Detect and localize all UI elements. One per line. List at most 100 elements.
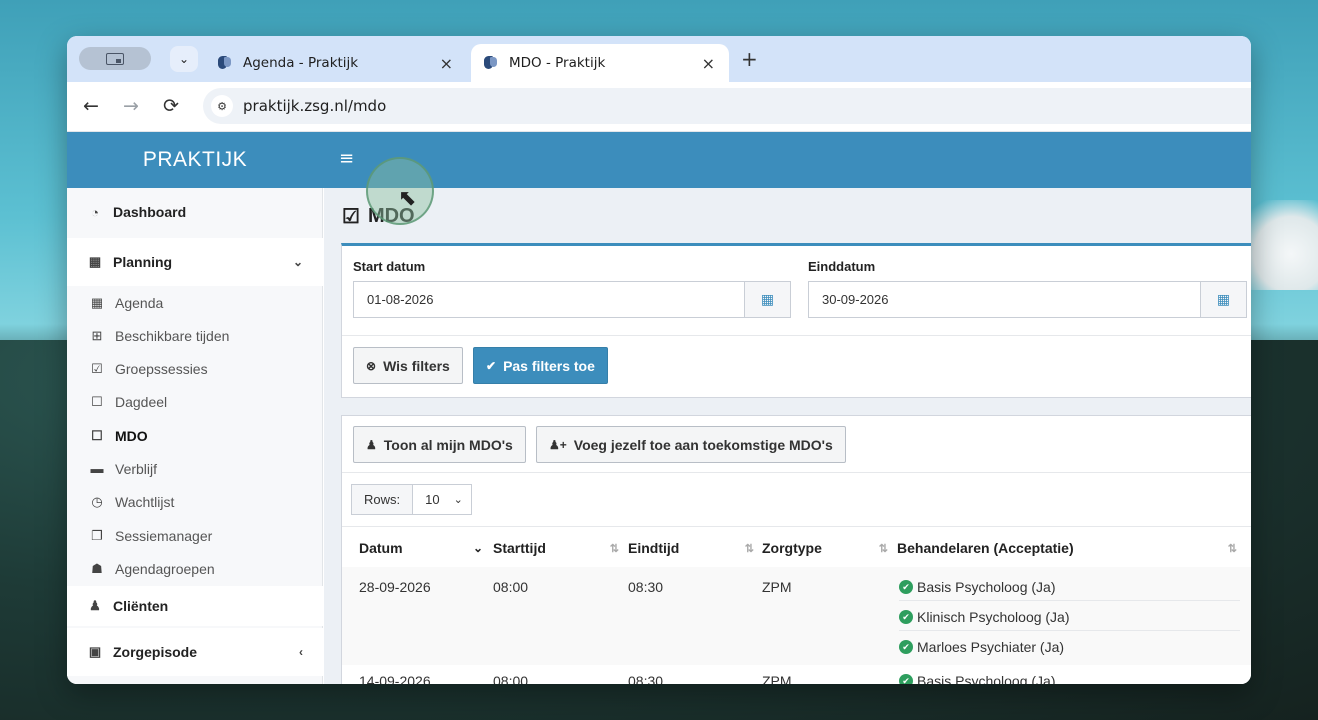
calendar-icon[interactable]: ▦ [1200,282,1246,317]
rows-per-page-select[interactable]: Rows: 10 ⌄ [351,484,472,515]
rows-value[interactable]: 10 ⌄ [413,492,471,507]
calendar-icon: ▦ [88,254,102,269]
tab-search-button[interactable]: ⌄ [170,46,198,72]
sidebar-item-mdo[interactable]: ☐ MDO [67,419,323,452]
tab-close-icon[interactable]: × [440,54,453,73]
tab-close-icon[interactable]: × [702,54,715,73]
sort-icon: ⇅ [609,542,619,555]
apply-filters-button[interactable]: ✔ Pas filters toe [473,347,608,384]
end-date-label: Einddatum [808,259,876,274]
end-date-field[interactable]: 30-09-2026 ▦ [808,281,1247,318]
behandelaar-entry: ✔ Marloes Psychiater (Ja) [899,639,1064,655]
user-plus-icon: ♟+ [549,437,567,452]
tab-strip: ⌄ Agenda - Praktijk × MDO - Praktijk × + [67,36,1251,82]
table-row [342,567,1251,665]
join-future-mdos-button[interactable]: ♟+ Voeg jezelf toe aan toekomstige MDO's [536,426,846,463]
sidebar-item-label: Beschikbare tijden [115,327,230,344]
tab-title: Agenda - Praktijk [243,55,359,71]
chevron-down-icon: ⌄ [292,255,303,269]
show-my-mdos-button[interactable]: ♟ Toon al mijn MDO's [353,426,526,463]
divider [342,335,1251,336]
check-circle-icon: ✔ [486,358,497,373]
window-switcher-button[interactable] [79,47,151,70]
new-tab-button[interactable]: + [741,47,758,71]
sidebar-item-zorgepisode[interactable]: ▣ Zorgepisode ‹ [67,628,323,676]
sidebar-item-clienten[interactable]: ♟ Cliënten [67,586,323,626]
browser-window: ⌄ Agenda - Praktijk × MDO - Praktijk × +… [67,36,1251,684]
cell-starttijd: 08:00 [493,579,529,595]
sort-icon: ⇅ [878,542,888,555]
check-circle-icon: ✔ [899,580,913,594]
check-circle-icon: ✔ [899,674,913,684]
button-label: Pas filters toe [503,357,595,374]
divider [342,472,1251,473]
sidebar-item-label: Dagdeel [115,393,168,410]
tab-agenda[interactable]: Agenda - Praktijk × [205,44,467,82]
column-header-datum[interactable]: Datum ⌄ [359,532,491,564]
clock-icon: ◷ [91,493,103,509]
sidebar-item-agenda[interactable]: ▦ Agenda [67,286,323,319]
sort-icon: ⇅ [744,542,754,555]
sidebar-item-dashboard[interactable]: ◔ Dashboard [67,188,323,236]
users-icon: ☗ [91,560,103,576]
start-date-field[interactable]: 01-08-2026 ▦ [353,281,791,318]
column-header-starttijd[interactable]: Starttijd ⇅ [493,532,627,564]
sidebar-item-agendagroepen[interactable]: ☗ Agendagroepen [67,552,323,585]
reload-icon[interactable]: ⟳ [163,95,179,117]
check-circle-icon: ✔ [899,640,913,654]
column-header-zorgtype[interactable]: Zorgtype ⇅ [762,532,896,564]
url-field[interactable]: ⚙ praktijk.zsg.nl/mdo [203,88,1251,124]
calendar-check-icon: ☑ [91,360,103,376]
calendar-icon: ☐ [91,427,103,443]
cell-datum: 14-09-2026 [359,673,431,684]
tab-mdo[interactable]: MDO - Praktijk × [471,44,729,82]
app-header: PRAKTIJK ≡ [67,132,1251,188]
site-info-icon[interactable]: ⚙ [211,95,233,117]
sidebar-item-wachtlijst[interactable]: ◷ Wachtlijst [67,485,323,518]
address-bar: ← → ⟳ ⚙ praktijk.zsg.nl/mdo [67,82,1251,132]
sidebar-item-label: Dashboard [113,204,187,220]
calendar-icon[interactable]: ▦ [744,282,790,317]
filter-box: Start datum 01-08-2026 ▦ Einddatum 30-09… [341,243,1251,398]
clone-icon: ❐ [91,527,103,543]
behandelaar-entry: ✔ Basis Psycholoog (Ja) [899,673,1056,684]
sidebar-item-beschikbare-tijden[interactable]: ⊞ Beschikbare tijden [67,319,323,352]
sidebar: ◔ Dashboard ▦ Planning ⌄ ▦ Agenda ⊞ Besc… [67,188,323,684]
favicon-icon [483,55,499,71]
sidebar-item-verblijf[interactable]: ▬ Verblijf [67,452,323,485]
sidebar-item-label: MDO [115,427,148,444]
sidebar-item-planning[interactable]: ▦ Planning ⌄ [67,238,323,286]
sidebar-item-label: Planning [113,254,173,270]
mdo-table-box: ♟ Toon al mijn MDO's ♟+ Voeg jezelf toe … [341,415,1251,684]
window-icon [106,52,124,65]
cell-eindtijd: 08:30 [628,673,664,684]
clear-filters-button[interactable]: ⊗ Wis filters [353,347,463,384]
column-header-behandelaren[interactable]: Behandelaren (Acceptatie) ⇅ [897,532,1245,564]
sort-icon: ⇅ [1227,542,1237,555]
user-icon: ♟ [89,598,101,613]
forward-icon[interactable]: → [123,95,139,117]
rows-label: Rows: [352,485,414,514]
sort-desc-icon: ⌄ [472,541,483,555]
sidebar-item-groepssessies[interactable]: ☑ Groepssessies [67,352,323,385]
sidebar-item-sessiemanager[interactable]: ❐ Sessiemanager [67,519,323,552]
start-date-label: Start datum [353,259,426,274]
sidebar-item-label: Verblijf [115,460,158,477]
calendar-icon: ☐ [91,393,103,409]
calendar-plus-icon: ⊞ [91,327,103,343]
column-header-eindtijd[interactable]: Eindtijd ⇅ [628,532,762,564]
sidebar-item-label: Wachtlijst [115,493,175,510]
app-logo[interactable]: PRAKTIJK [67,132,323,188]
menu-toggle-icon[interactable]: ≡ [339,148,354,169]
sidebar-item-label: Agendagroepen [115,560,215,577]
check-circle-icon: ✔ [899,610,913,624]
divider [899,630,1240,631]
sidebar-item-dagdeel[interactable]: ☐ Dagdeel [67,385,323,418]
tab-title: MDO - Praktijk [509,55,606,71]
sidebar-item-label: Sessiemanager [115,527,213,544]
divider [342,526,1251,527]
chevron-left-icon: ‹ [299,645,303,659]
url-text: praktijk.zsg.nl/mdo [243,97,387,115]
sidebar-item-label: Zorgepisode [113,644,198,660]
back-icon[interactable]: ← [83,95,99,117]
